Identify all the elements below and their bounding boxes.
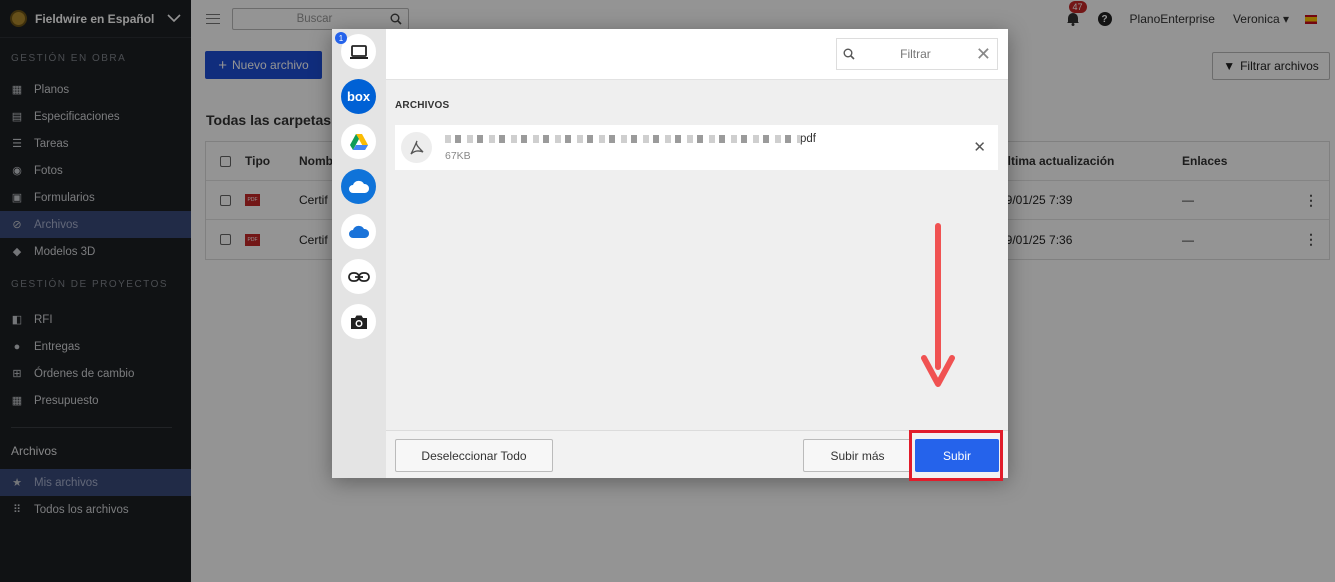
filter-input[interactable]: Filtrar ✕ (836, 38, 998, 70)
upload-modal: 1 box Filtrar ✕ ARCHIVOS pdf 67KB ✕ Dese… (332, 29, 1008, 478)
google-drive-icon (349, 133, 368, 150)
deselect-all-button[interactable]: Deseleccionar Todo (395, 439, 553, 472)
selected-file-row[interactable]: pdf 67KB ✕ (395, 125, 998, 170)
box-icon: box (346, 89, 371, 104)
upload-more-button[interactable]: Subir más (803, 439, 912, 472)
onedrive-business-icon (348, 225, 369, 238)
source-count-badge: 1 (335, 32, 347, 44)
down-arrow-annotation (921, 223, 955, 387)
close-icon[interactable]: ✕ (976, 44, 991, 65)
remove-file-icon[interactable]: ✕ (973, 138, 986, 156)
source-camera[interactable] (341, 304, 376, 339)
redacted-filename (445, 134, 800, 143)
selected-file-size: 67KB (445, 150, 471, 162)
modal-header: Filtrar ✕ (386, 29, 1008, 80)
link-icon (347, 271, 370, 282)
source-google-drive[interactable] (341, 124, 376, 159)
source-box[interactable]: box (341, 79, 376, 114)
camera-icon (350, 315, 367, 329)
files-section-label: ARCHIVOS (395, 100, 450, 111)
search-icon (843, 48, 855, 60)
source-rail: 1 box (332, 29, 386, 478)
source-link[interactable] (341, 259, 376, 294)
computer-icon (349, 44, 368, 59)
source-onedrive[interactable] (341, 169, 376, 204)
pdf-icon (401, 132, 432, 163)
upload-button-highlight (909, 430, 1003, 481)
source-onedrive-business[interactable] (341, 214, 376, 249)
onedrive-icon (348, 180, 369, 193)
selected-file-name: pdf (445, 133, 945, 147)
